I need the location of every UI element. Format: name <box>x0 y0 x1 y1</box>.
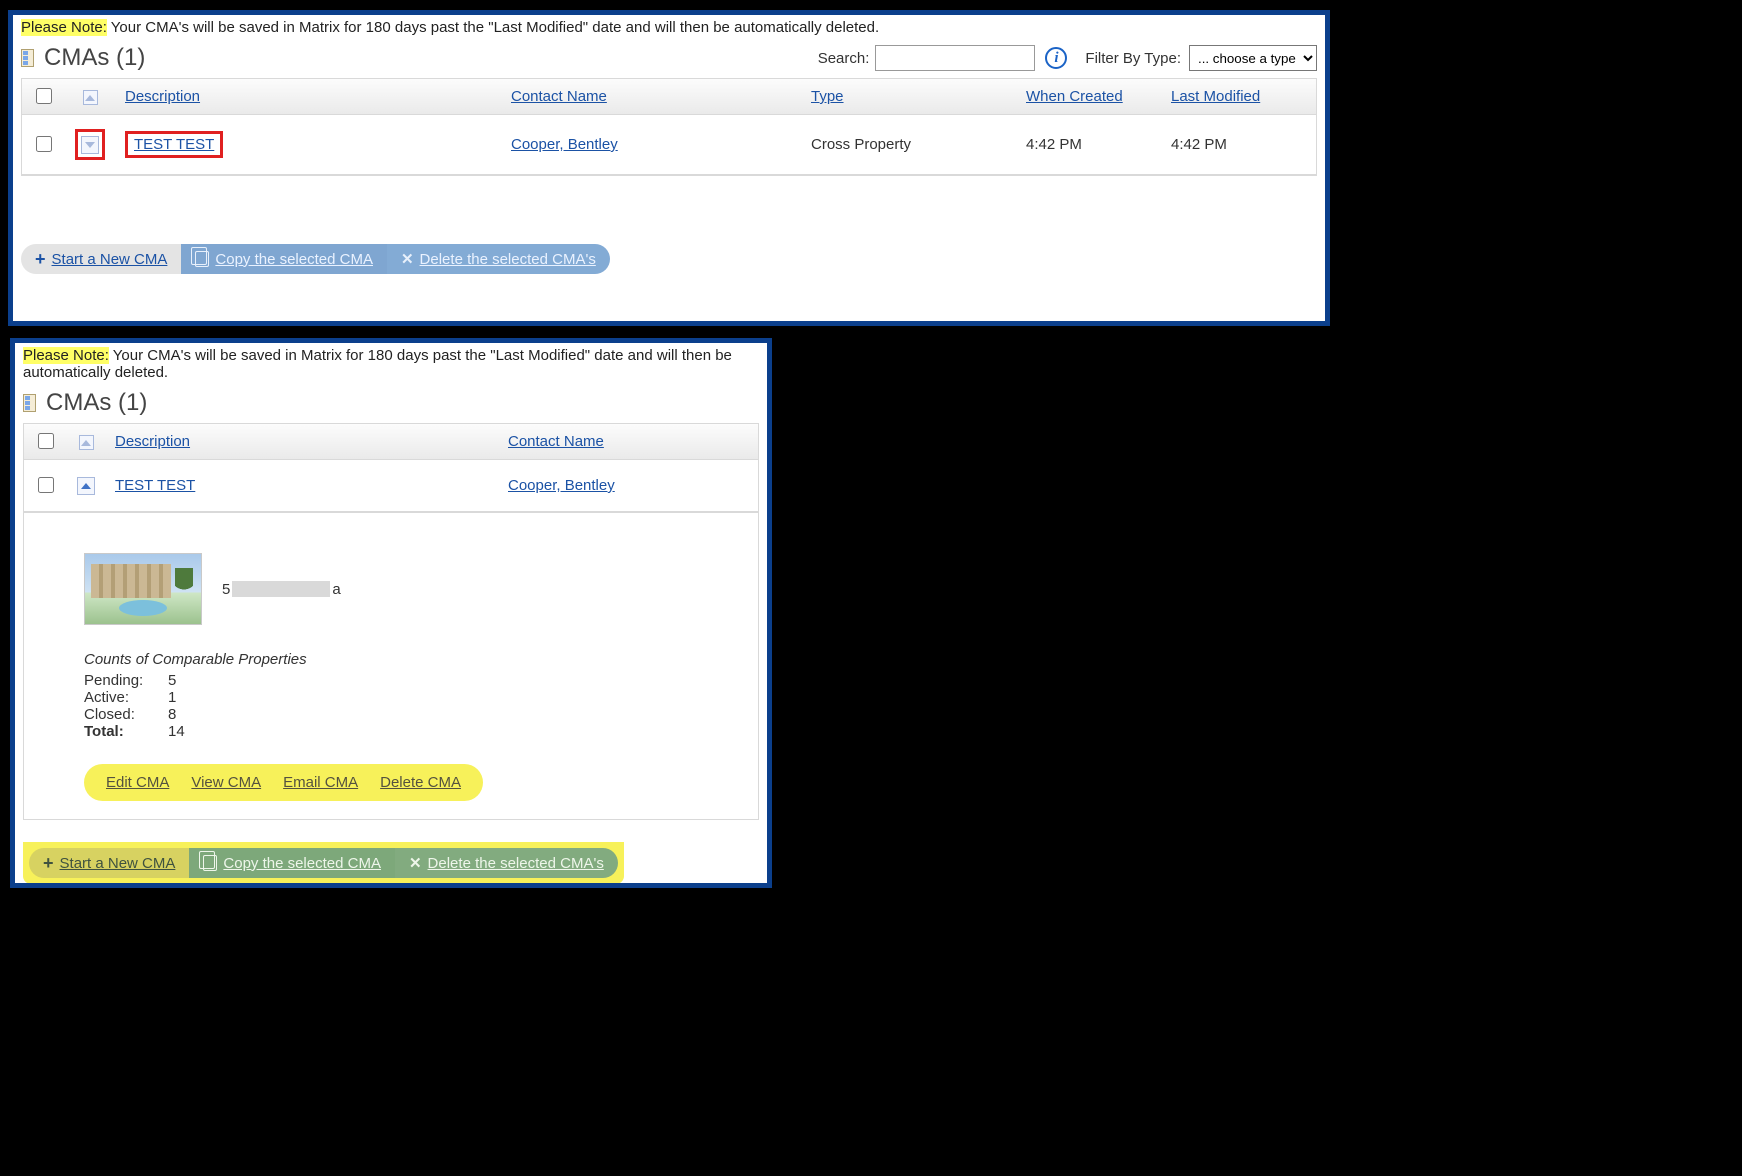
row-type: Cross Property <box>811 136 911 153</box>
note-prefix: Please Note: <box>21 19 107 36</box>
address-prefix: 5 <box>222 581 230 598</box>
copy-selected-cma-button[interactable]: Copy the selected CMA <box>181 244 387 274</box>
start-new-cma-button[interactable]: + Start a New CMA <box>29 848 189 878</box>
col-description[interactable]: Description <box>125 88 200 105</box>
search-input[interactable] <box>875 45 1035 71</box>
edit-cma-button[interactable]: Edit CMA <box>106 774 169 791</box>
property-thumbnail <box>84 553 202 625</box>
counts-value: 1 <box>168 689 192 706</box>
note-body: Your CMA's will be saved in Matrix for 1… <box>23 347 732 381</box>
start-new-cma-label: Start a New CMA <box>52 251 168 268</box>
col-last-modified[interactable]: Last Modified <box>1171 88 1260 105</box>
note-prefix: Please Note: <box>23 347 109 364</box>
delete-selected-cma-button[interactable]: ✕ Delete the selected CMA's <box>387 244 610 274</box>
row-contact-link[interactable]: Cooper, Bentley <box>511 136 618 153</box>
chevron-down-icon <box>85 142 95 148</box>
action-pillbar: + Start a New CMA Copy the selected CMA … <box>21 244 610 274</box>
delete-selected-cma-button[interactable]: ✕ Delete the selected CMA's <box>395 848 618 878</box>
action-pillbar: + Start a New CMA Copy the selected CMA … <box>29 848 618 878</box>
cma-table: Description Contact Name TEST TEST Coope… <box>23 423 759 513</box>
page-title: CMAs (1) <box>46 389 147 417</box>
table-header-row: Description Contact Name Type When Creat… <box>22 79 1316 115</box>
row-contact-link[interactable]: Cooper, Bentley <box>508 477 615 494</box>
row-details: 5 a Counts of Comparable Properties Pend… <box>23 513 759 820</box>
counts-row-closed: Closed: 8 <box>84 706 748 723</box>
address-redacted <box>232 581 330 597</box>
chevron-up-icon <box>81 440 91 446</box>
address-suffix: a <box>332 581 340 598</box>
counts-row-total: Total: 14 <box>84 723 748 740</box>
table-header-row: Description Contact Name <box>24 424 758 460</box>
chevron-up-icon <box>85 95 95 101</box>
counts-label: Pending: <box>84 672 158 689</box>
copy-selected-cma-button[interactable]: Copy the selected CMA <box>189 848 395 878</box>
collapse-row-button[interactable] <box>77 477 95 495</box>
property-address: 5 a <box>222 581 341 598</box>
table-row: TEST TEST Cooper, Bentley <box>24 460 758 512</box>
email-cma-button[interactable]: Email CMA <box>283 774 358 791</box>
plus-icon: + <box>43 856 54 870</box>
col-contact-name[interactable]: Contact Name <box>508 433 604 450</box>
col-when-created[interactable]: When Created <box>1026 88 1123 105</box>
list-icon <box>21 49 34 67</box>
delete-selected-cma-label: Delete the selected CMA's <box>420 251 596 268</box>
copy-selected-cma-label: Copy the selected CMA <box>215 251 373 268</box>
plus-icon: + <box>35 252 46 266</box>
filter-type-select[interactable]: ... choose a type <box>1189 45 1317 71</box>
copy-selected-cma-label: Copy the selected CMA <box>223 855 381 872</box>
row-description-link[interactable]: TEST TEST <box>134 136 214 153</box>
sort-description-button[interactable] <box>83 90 98 105</box>
counts-value: 8 <box>168 706 192 723</box>
start-new-cma-button[interactable]: + Start a New CMA <box>21 244 181 274</box>
counts-row-pending: Pending: 5 <box>84 672 748 689</box>
row-actions-highlight: Edit CMA View CMA Email CMA Delete CMA <box>84 764 483 801</box>
copy-icon <box>195 251 209 267</box>
start-new-cma-label: Start a New CMA <box>60 855 176 872</box>
view-cma-button[interactable]: View CMA <box>191 774 261 791</box>
note-body: Your CMA's will be saved in Matrix for 1… <box>107 19 879 36</box>
chevron-up-icon <box>81 483 91 489</box>
delete-selected-cma-label: Delete the selected CMA's <box>428 855 604 872</box>
filter-label: Filter By Type: <box>1085 50 1181 67</box>
expand-row-button[interactable] <box>81 136 99 154</box>
counts-title: Counts of Comparable Properties <box>84 651 748 668</box>
counts-value: 14 <box>168 723 192 740</box>
cma-table: Description Contact Name Type When Creat… <box>21 78 1317 176</box>
row-description-link[interactable]: TEST TEST <box>115 477 195 494</box>
close-icon: ✕ <box>401 250 414 268</box>
row-checkbox[interactable] <box>36 136 52 152</box>
row-checkbox[interactable] <box>38 477 54 493</box>
col-description[interactable]: Description <box>115 433 190 450</box>
delete-cma-button[interactable]: Delete CMA <box>380 774 461 791</box>
table-row: TEST TEST Cooper, Bentley Cross Property… <box>22 115 1316 175</box>
col-contact-name[interactable]: Contact Name <box>511 88 607 105</box>
select-all-checkbox[interactable] <box>36 88 52 104</box>
sort-description-button[interactable] <box>79 435 94 450</box>
copy-icon <box>203 855 217 871</box>
counts-value: 5 <box>168 672 192 689</box>
search-label: Search: <box>818 50 870 67</box>
close-icon: ✕ <box>409 854 422 872</box>
counts-row-active: Active: 1 <box>84 689 748 706</box>
counts-label: Closed: <box>84 706 158 723</box>
cma-list-panel-expanded: Please Note: Your CMA's will be saved in… <box>10 338 772 888</box>
cma-list-panel-collapsed: Please Note: Your CMA's will be saved in… <box>8 10 1330 326</box>
counts-label: Active: <box>84 689 158 706</box>
retention-note: Please Note: Your CMA's will be saved in… <box>15 343 767 389</box>
pillbar-highlight: + Start a New CMA Copy the selected CMA … <box>23 842 624 884</box>
page-title: CMAs (1) <box>44 44 145 72</box>
counts-label: Total: <box>84 723 158 740</box>
col-type[interactable]: Type <box>811 88 844 105</box>
info-icon[interactable]: i <box>1045 47 1067 69</box>
list-icon <box>23 394 36 412</box>
retention-note: Please Note: Your CMA's will be saved in… <box>13 15 1325 44</box>
row-last-modified: 4:42 PM <box>1171 136 1227 153</box>
row-when-created: 4:42 PM <box>1026 136 1082 153</box>
select-all-checkbox[interactable] <box>38 433 54 449</box>
